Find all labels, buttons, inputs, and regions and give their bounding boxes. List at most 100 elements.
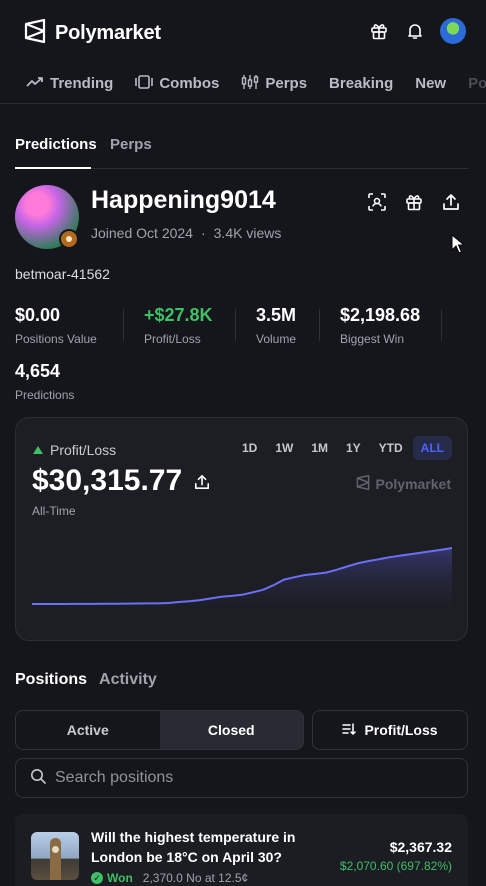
polymarket-watermark: Polymarket: [356, 474, 451, 493]
profit-loss-period: All-Time: [32, 504, 76, 518]
stat-label: Volume: [256, 332, 297, 346]
nav-combos[interactable]: Combos: [135, 74, 220, 93]
nav-more[interactable]: Po: [468, 75, 486, 92]
stat-predictions: 4,654 Predictions: [15, 361, 74, 402]
range-1y[interactable]: 1Y: [338, 436, 369, 460]
top-bar: Polymarket: [0, 0, 486, 64]
profit-loss-value: $30,315.77: [32, 464, 210, 498]
profile-tabs: Predictions Perps: [15, 134, 468, 169]
stat-biggest-win: $2,198.68 Biggest Win: [340, 305, 420, 346]
stat-value: 4,654: [15, 361, 61, 381]
view-count: 3.4K views: [213, 225, 282, 241]
stat-value: $0.00: [15, 305, 61, 325]
category-nav: Trending Combos Perps Breaking New Po: [0, 64, 486, 104]
stat-profit-loss: +$27.8K Profit/Loss: [144, 305, 213, 346]
profit-loss-chart: [32, 547, 452, 612]
gift-icon[interactable]: [403, 191, 425, 213]
market-thumbnail: [31, 832, 79, 880]
scan-icon[interactable]: [366, 191, 388, 213]
profit-loss-header: Profit/Loss: [33, 442, 116, 458]
profile-actions: [366, 191, 462, 213]
tab-positions[interactable]: Positions: [15, 671, 87, 689]
big-ben-image: [50, 838, 61, 880]
nav-combos-label: Combos: [159, 75, 220, 92]
candlestick-icon: [241, 74, 259, 94]
stat-divider: [441, 309, 442, 341]
profit-loss-card: Profit/Loss 1D 1W 1M 1Y YTD ALL $30,315.…: [15, 417, 468, 641]
profit-loss-amount: $30,315.77: [32, 464, 183, 497]
user-avatar[interactable]: [440, 18, 466, 44]
profit-loss-label: Profit/Loss: [50, 442, 117, 458]
profile-meta: Joined Oct 2024 · 3.4K views: [91, 225, 281, 241]
up-triangle-icon: [33, 446, 43, 454]
range-1m[interactable]: 1M: [303, 436, 336, 460]
stat-label: Predictions: [15, 388, 75, 402]
nav-new[interactable]: New: [415, 75, 446, 92]
tab-activity[interactable]: Activity: [99, 671, 157, 689]
position-meta: ✓ Won 2,370.0 No at 12.5¢: [91, 871, 248, 885]
search-icon: [30, 768, 46, 789]
polymarket-logo-icon: [356, 474, 370, 493]
stat-divider: [123, 309, 124, 341]
position-row[interactable]: Will the highest temperature in London b…: [15, 814, 468, 886]
check-icon: ✓: [91, 872, 103, 884]
closed-filter-button[interactable]: Closed: [159, 711, 303, 749]
tab-perps[interactable]: Perps: [110, 136, 152, 153]
time-range-selector: 1D 1W 1M 1Y YTD ALL: [234, 436, 452, 460]
watermark-text: Polymarket: [375, 476, 451, 492]
stat-label: Biggest Win: [340, 332, 405, 346]
nav-more-label: Po: [468, 75, 486, 92]
rank-badge-icon: [59, 229, 79, 249]
search-input[interactable]: [55, 769, 445, 787]
stat-divider: [235, 309, 236, 341]
active-filter-button[interactable]: Active: [16, 711, 160, 749]
stat-positions-value: $0.00 Positions Value: [15, 305, 97, 346]
range-1w[interactable]: 1W: [267, 436, 301, 460]
sort-icon: [342, 722, 357, 738]
tab-predictions[interactable]: Predictions: [15, 136, 97, 153]
gift-icon[interactable]: [368, 20, 390, 42]
positions-tabs: Positions Activity: [15, 671, 157, 689]
stat-label: Positions Value: [15, 332, 97, 346]
stat-value: +$27.8K: [144, 305, 213, 325]
range-all[interactable]: ALL: [412, 436, 452, 460]
position-status-toggle: Active Closed: [15, 710, 304, 750]
bell-icon[interactable]: [404, 20, 426, 42]
profile-username: Happening9014: [91, 186, 276, 214]
share-icon[interactable]: [194, 464, 210, 498]
stat-volume: 3.5M Volume: [256, 305, 296, 346]
position-detail: 2,370.0 No at 12.5¢: [142, 871, 249, 885]
search-bar: [15, 758, 468, 798]
nav-perps-label: Perps: [265, 75, 308, 92]
nav-breaking-label: Breaking: [329, 75, 394, 92]
stat-value: 3.5M: [256, 305, 297, 325]
polymarket-logo-icon: [24, 18, 46, 48]
range-ytd[interactable]: YTD: [371, 436, 411, 460]
polymarket-logo[interactable]: Polymarket: [24, 18, 161, 48]
nav-new-label: New: [415, 75, 447, 92]
stat-label: Profit/Loss: [144, 332, 201, 346]
market-title[interactable]: Will the highest temperature in London b…: [91, 827, 321, 867]
range-1d[interactable]: 1D: [234, 436, 265, 460]
trending-icon: [26, 75, 44, 92]
profile-stats: $0.00 Positions Value +$27.8K Profit/Los…: [15, 305, 470, 346]
mouse-cursor-icon: [451, 233, 466, 259]
profile-handle: betmoar-41562: [15, 266, 110, 282]
combos-icon: [135, 74, 154, 93]
nav-trending[interactable]: Trending: [26, 75, 113, 92]
position-value: $2,367.32: [389, 839, 452, 855]
nav-perps[interactable]: Perps: [241, 74, 307, 94]
status-label: Won: [107, 871, 133, 885]
clock-face: [52, 846, 59, 853]
meta-separator: ·: [200, 225, 206, 241]
stat-value: $2,198.68: [340, 305, 421, 325]
nav-trending-label: Trending: [50, 75, 114, 92]
stat-divider: [319, 309, 320, 341]
nav-breaking[interactable]: Breaking: [329, 75, 393, 92]
sort-label: Profit/Loss: [364, 722, 438, 738]
share-icon[interactable]: [440, 191, 462, 213]
active-tab-indicator: [15, 167, 91, 169]
joined-date: Joined Oct 2024: [91, 225, 193, 241]
sort-button[interactable]: Profit/Loss: [312, 710, 468, 750]
position-gain: $2,070.60 (697.82%): [339, 859, 452, 873]
